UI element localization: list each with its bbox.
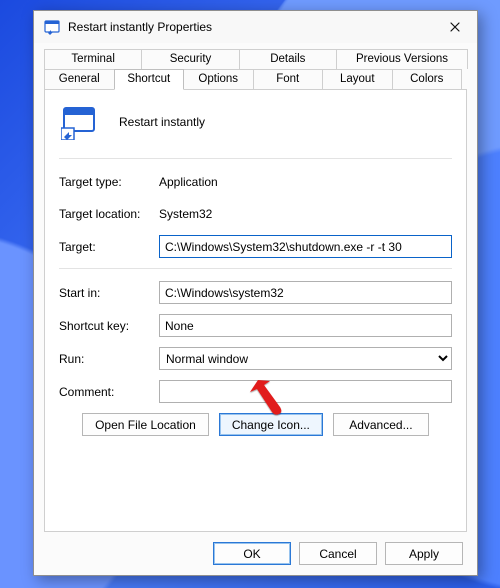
ok-button[interactable]: OK [213, 542, 291, 565]
shortcut-icon [61, 104, 97, 140]
open-file-location-button[interactable]: Open File Location [82, 413, 209, 436]
tab-shortcut[interactable]: Shortcut [114, 69, 185, 90]
target-type-value: Application [159, 175, 218, 189]
cancel-button[interactable]: Cancel [299, 542, 377, 565]
separator [59, 268, 452, 269]
tab-colors[interactable]: Colors [392, 69, 463, 89]
start-in-label: Start in: [59, 286, 159, 300]
target-location-value: System32 [159, 207, 212, 221]
shortcut-key-label: Shortcut key: [59, 319, 159, 333]
comment-input[interactable] [159, 380, 452, 403]
apply-button[interactable]: Apply [385, 542, 463, 565]
tab-terminal[interactable]: Terminal [44, 49, 142, 69]
target-location-label: Target location: [59, 207, 159, 221]
target-input[interactable] [159, 235, 452, 258]
change-icon-button[interactable]: Change Icon... [219, 413, 323, 436]
window-icon [44, 19, 60, 35]
shortcut-name: Restart instantly [119, 115, 205, 129]
tab-previous-versions[interactable]: Previous Versions [336, 49, 468, 69]
run-select[interactable]: Normal window [159, 347, 452, 370]
client-area: Terminal Security Details Previous Versi… [34, 43, 477, 575]
tab-page-shortcut: Restart instantly Target type: Applicati… [44, 89, 467, 532]
target-label: Target: [59, 240, 159, 254]
start-in-input[interactable] [159, 281, 452, 304]
tab-options[interactable]: Options [183, 69, 254, 89]
close-button[interactable] [441, 17, 469, 37]
tab-general[interactable]: General [44, 69, 115, 89]
dialog-footer: OK Cancel Apply [44, 532, 467, 567]
tab-font[interactable]: Font [253, 69, 324, 89]
tab-security[interactable]: Security [141, 49, 239, 69]
title-bar: Restart instantly Properties [34, 11, 477, 43]
tab-strip: Terminal Security Details Previous Versi… [44, 49, 467, 89]
advanced-button[interactable]: Advanced... [333, 413, 429, 436]
tab-details[interactable]: Details [239, 49, 337, 69]
window-title: Restart instantly Properties [68, 20, 441, 34]
target-type-label: Target type: [59, 175, 159, 189]
tab-layout[interactable]: Layout [322, 69, 393, 89]
comment-label: Comment: [59, 385, 159, 399]
separator [59, 158, 452, 159]
shortcut-key-input[interactable] [159, 314, 452, 337]
run-label: Run: [59, 352, 159, 366]
properties-dialog: Restart instantly Properties Terminal Se… [33, 10, 478, 576]
